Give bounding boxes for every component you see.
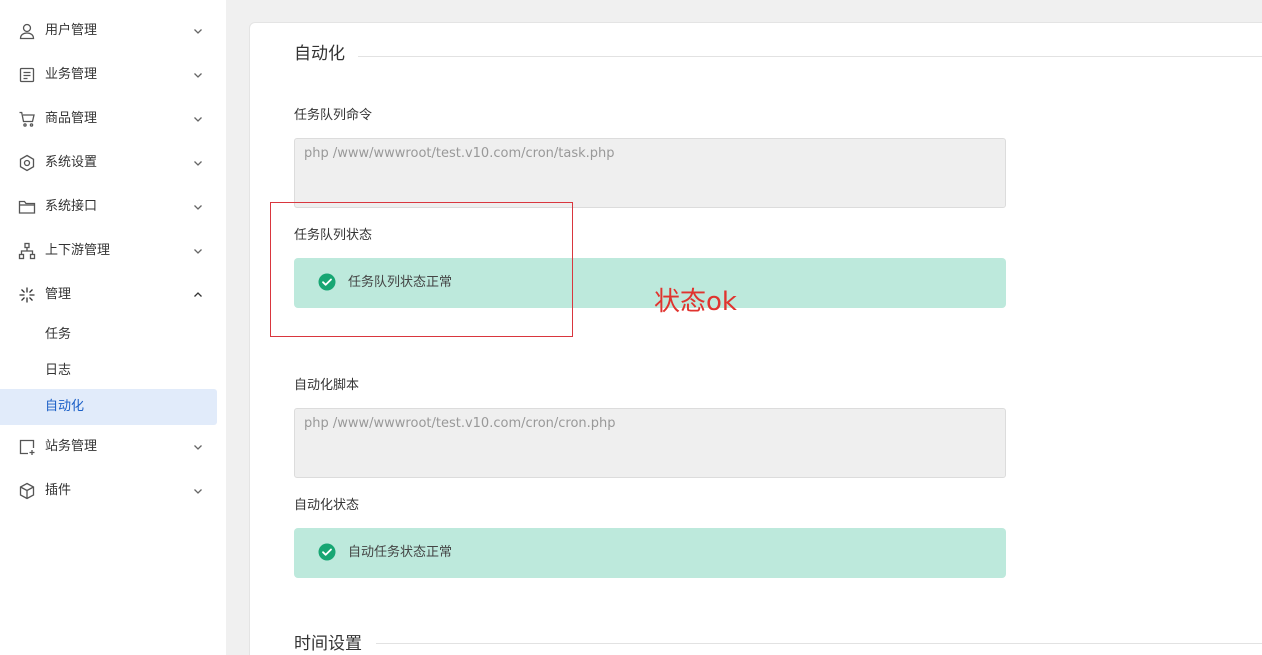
annotation-text: 状态ok bbox=[654, 287, 737, 317]
sidebar-item-label: 商品管理 bbox=[45, 111, 98, 126]
sidebar-item-management[interactable]: 管理 bbox=[0, 273, 226, 317]
chevron-down-icon bbox=[192, 441, 204, 453]
sidebar-item-label: 用户管理 bbox=[45, 23, 98, 38]
cube-icon bbox=[18, 482, 36, 500]
sidebar-item-label: 上下游管理 bbox=[45, 243, 111, 258]
sidebar-item-system-interface[interactable]: 系统接口 bbox=[0, 185, 226, 229]
sidebar-item-label: 站务管理 bbox=[45, 439, 98, 454]
sidebar-item-product-management[interactable]: 商品管理 bbox=[0, 97, 226, 141]
station-add-icon bbox=[18, 438, 36, 456]
chevron-down-icon bbox=[192, 25, 204, 37]
automation-status-alert: 自动任务状态正常 bbox=[294, 528, 1006, 578]
section-divider bbox=[376, 643, 1262, 644]
chevron-down-icon bbox=[192, 69, 204, 81]
annotation-highlight-box bbox=[270, 202, 573, 337]
chevron-down-icon bbox=[192, 157, 204, 169]
check-circle-icon bbox=[318, 543, 336, 561]
sidebar-item-station-management[interactable]: 站务管理 bbox=[0, 425, 226, 469]
section-title-time-settings: 时间设置 bbox=[294, 634, 362, 654]
sidebar-item-user-management[interactable]: 用户管理 bbox=[0, 9, 226, 53]
sidebar: 用户管理 业务管理 商品管理 系统设置 系统接口 上下游管理 管理 任务 日志 … bbox=[0, 0, 226, 655]
chevron-down-icon bbox=[192, 113, 204, 125]
chevron-up-icon bbox=[192, 289, 204, 301]
sidebar-subitem-label: 自动化 bbox=[45, 399, 85, 414]
sparkle-icon bbox=[18, 286, 36, 304]
user-icon bbox=[18, 22, 36, 40]
cart-icon bbox=[18, 110, 36, 128]
sitemap-icon bbox=[18, 242, 36, 260]
section-title-automation: 自动化 bbox=[294, 44, 345, 64]
sidebar-item-label: 系统接口 bbox=[45, 199, 98, 214]
chevron-down-icon bbox=[192, 245, 204, 257]
chevron-down-icon bbox=[192, 201, 204, 213]
sidebar-item-upstream-downstream[interactable]: 上下游管理 bbox=[0, 229, 226, 273]
chevron-down-icon bbox=[192, 485, 204, 497]
sidebar-subitem-label: 任务 bbox=[45, 327, 72, 342]
sidebar-item-plugins[interactable]: 插件 bbox=[0, 469, 226, 513]
sidebar-item-business-management[interactable]: 业务管理 bbox=[0, 53, 226, 97]
sidebar-subitem-logs[interactable]: 日志 bbox=[0, 353, 217, 389]
sidebar-item-label: 业务管理 bbox=[45, 67, 98, 82]
sidebar-item-label: 系统设置 bbox=[45, 155, 98, 170]
sidebar-subitem-automation[interactable]: 自动化 bbox=[0, 389, 217, 425]
sidebar-subitem-label: 日志 bbox=[45, 363, 72, 378]
section-divider bbox=[358, 56, 1262, 57]
sidebar-item-label: 插件 bbox=[45, 483, 72, 498]
queue-command-label: 任务队列命令 bbox=[294, 108, 373, 123]
folder-icon bbox=[18, 198, 36, 216]
automation-script-label: 自动化脚本 bbox=[294, 378, 360, 393]
sidebar-item-label: 管理 bbox=[45, 287, 72, 302]
document-list-icon bbox=[18, 66, 36, 84]
queue-command-field[interactable]: php /www/wwwroot/test.v10.com/cron/task.… bbox=[294, 138, 1006, 208]
sidebar-subitem-tasks[interactable]: 任务 bbox=[0, 317, 217, 353]
sidebar-item-system-settings[interactable]: 系统设置 bbox=[0, 141, 226, 185]
automation-status-label: 自动化状态 bbox=[294, 498, 360, 513]
automation-status-text: 自动任务状态正常 bbox=[348, 545, 453, 560]
automation-script-field[interactable]: php /www/wwwroot/test.v10.com/cron/cron.… bbox=[294, 408, 1006, 478]
settings-hexagon-icon bbox=[18, 154, 36, 172]
